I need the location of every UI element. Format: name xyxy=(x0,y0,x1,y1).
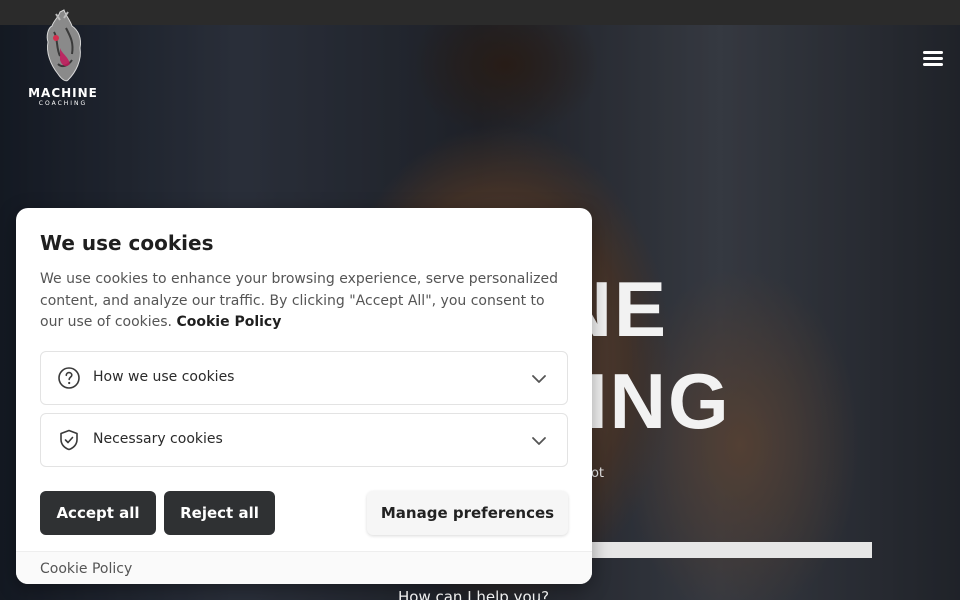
accordion-label: How we use cookies xyxy=(93,369,235,385)
hero-help-text: How can I help you? xyxy=(398,588,550,600)
reject-all-button[interactable]: Reject all xyxy=(164,491,275,535)
cookie-consent-dialog: We use cookies We use cookies to enhance… xyxy=(16,208,592,584)
shield-check-icon xyxy=(60,429,78,451)
cookie-dialog-description: We use cookies to enhance your browsing … xyxy=(40,269,570,334)
chevron-down-icon xyxy=(532,437,546,445)
top-bar xyxy=(0,0,960,25)
chevron-down-icon xyxy=(532,375,546,383)
hamburger-menu-icon xyxy=(923,51,943,66)
logo-subtitle: COACHING xyxy=(38,100,88,107)
hamburger-menu-button[interactable] xyxy=(920,46,946,72)
accept-all-button[interactable]: Accept all xyxy=(40,491,156,535)
site-logo[interactable]: MACHINE COACHING xyxy=(26,8,100,112)
accordion-label: Necessary cookies xyxy=(93,431,223,447)
manage-preferences-button[interactable]: Manage preferences xyxy=(367,491,568,535)
hero-divider-bar xyxy=(560,542,872,558)
cookie-dialog-footer: Cookie Policy xyxy=(16,551,592,584)
cookie-dialog-title: We use cookies xyxy=(40,231,214,255)
cookie-description-text: We use cookies to enhance your browsing … xyxy=(40,271,558,330)
question-circle-icon xyxy=(58,367,80,389)
anatomical-heart-icon xyxy=(46,9,81,82)
accordion-necessary-cookies[interactable]: Necessary cookies xyxy=(40,413,568,467)
footer-cookie-policy-link[interactable]: Cookie Policy xyxy=(40,561,132,577)
cookie-policy-link[interactable]: Cookie Policy xyxy=(176,314,281,330)
logo-title: MACHINE xyxy=(28,86,98,100)
accordion-how-we-use-cookies[interactable]: How we use cookies xyxy=(40,351,568,405)
